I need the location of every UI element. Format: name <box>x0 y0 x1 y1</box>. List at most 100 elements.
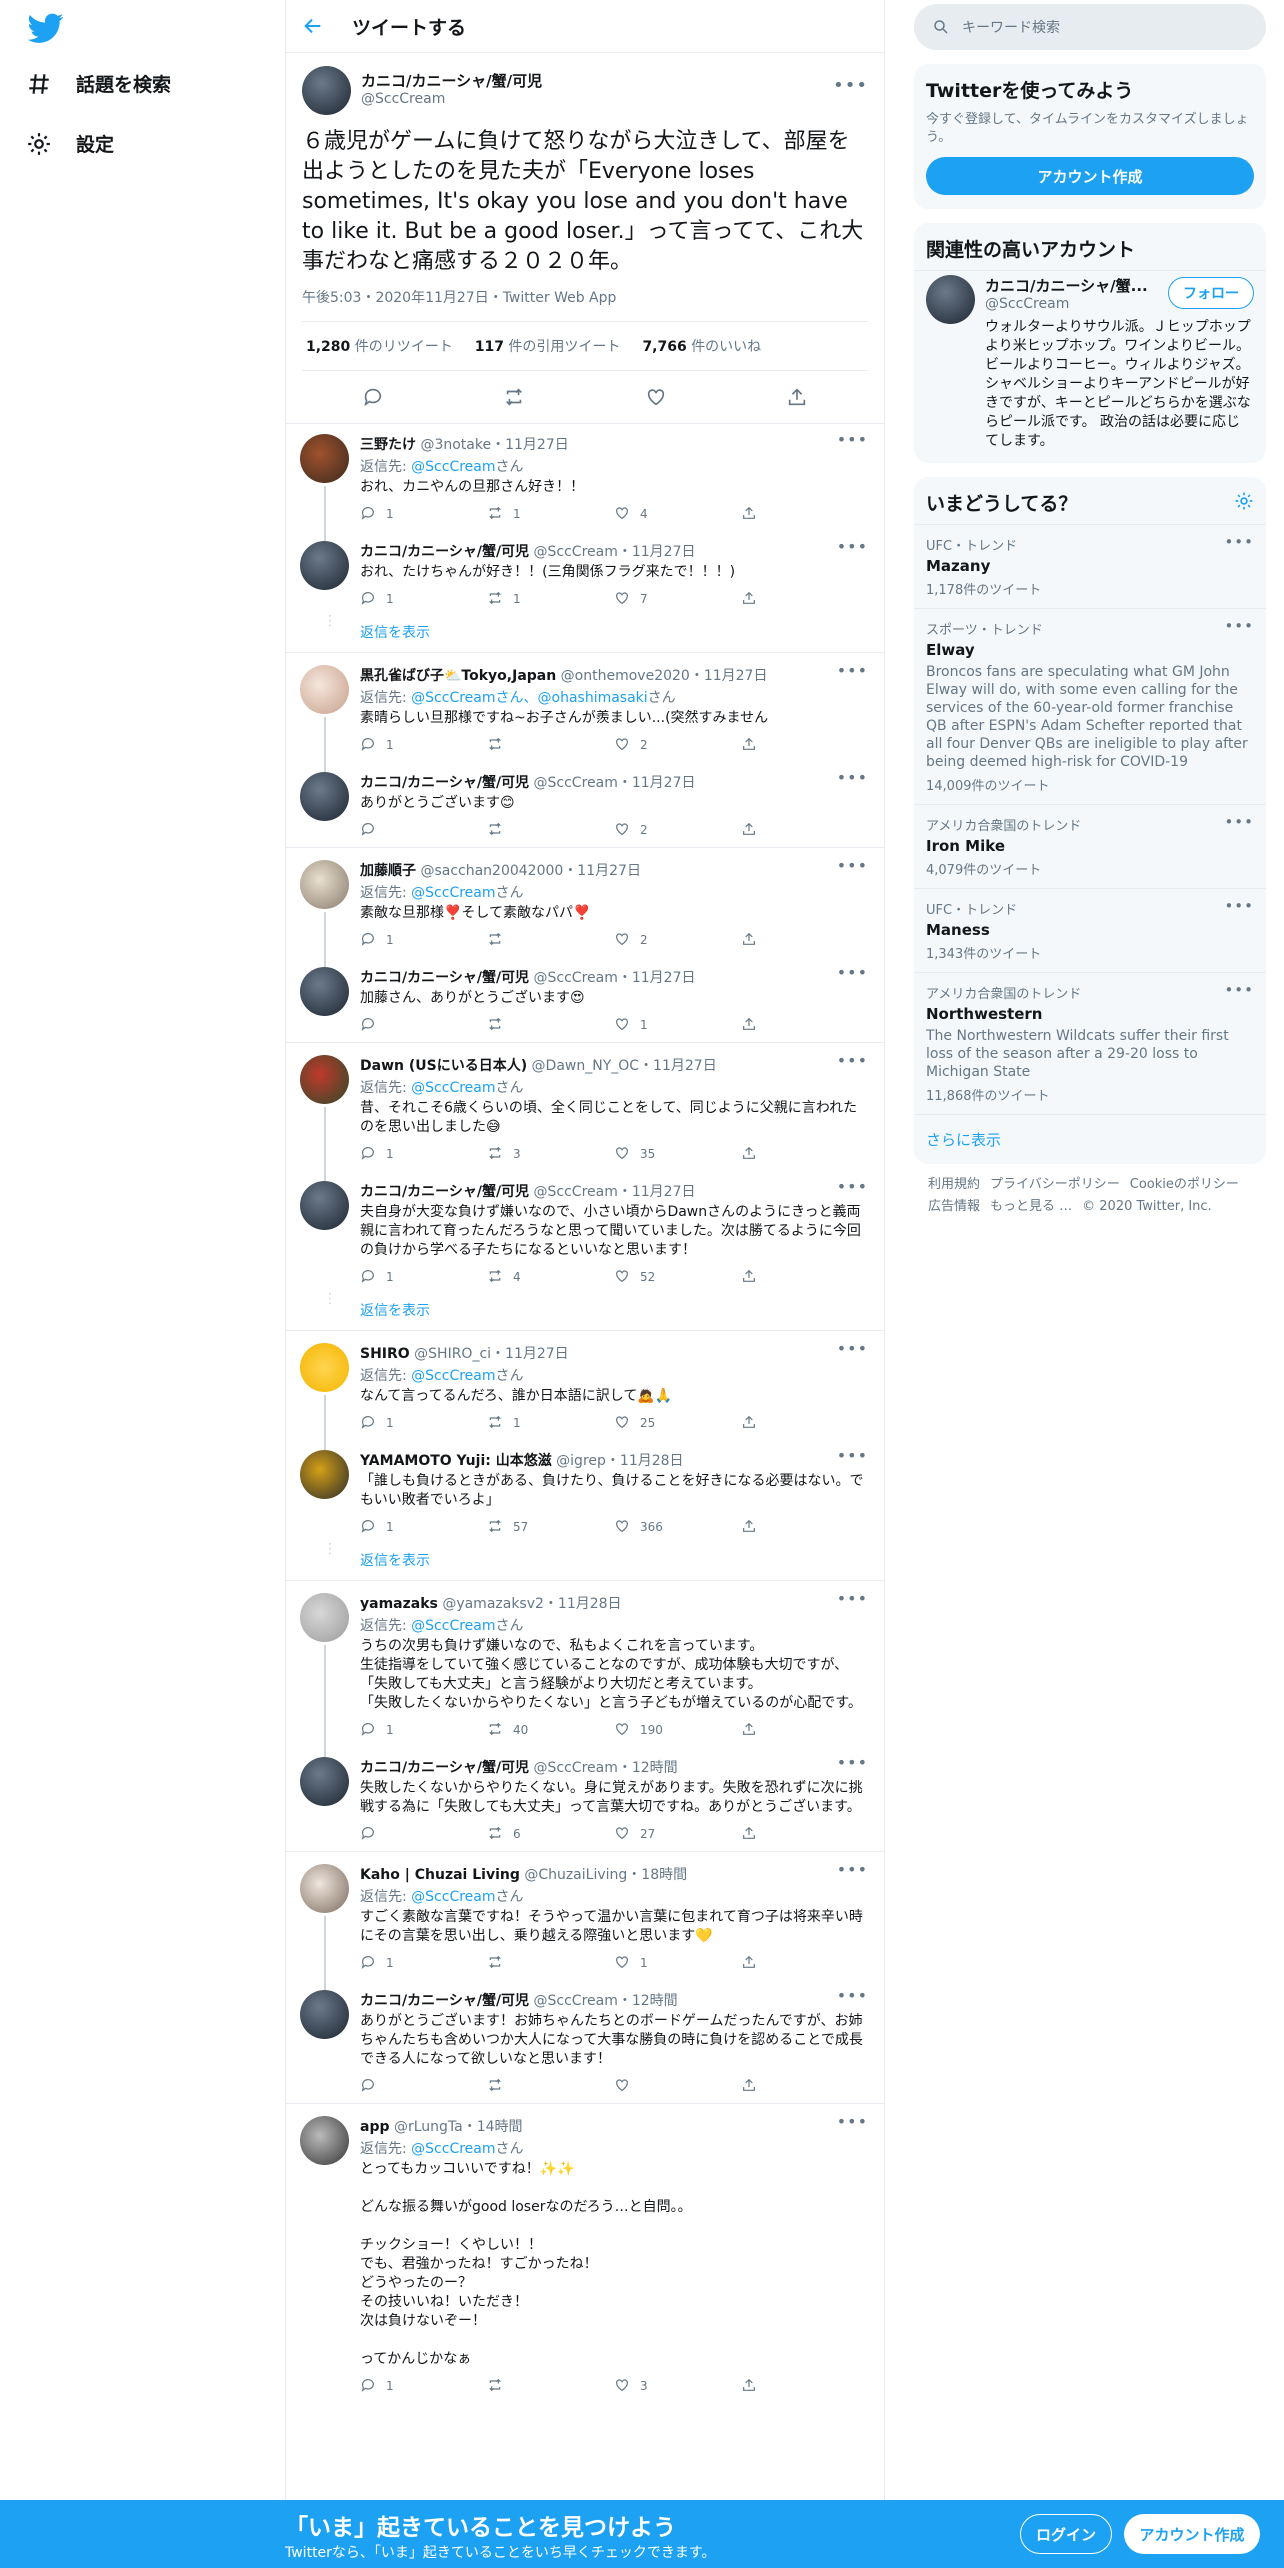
like-button[interactable]: 190 <box>614 1721 741 1740</box>
more-icon[interactable]: ••• <box>833 75 868 96</box>
retweet-button[interactable]: 40 <box>487 1721 614 1740</box>
like-button[interactable]: 27 <box>614 1825 741 1844</box>
avatar[interactable] <box>300 1343 349 1392</box>
reply-button[interactable]: 1 <box>360 590 487 609</box>
reply-author-handle[interactable]: @onthemove2020 <box>561 668 690 684</box>
reply-author-handle[interactable]: @SccCream <box>534 1184 618 1200</box>
reply-button[interactable] <box>360 2077 487 2096</box>
reply-author-name[interactable]: カニコ/カニーシャ/蟹/可児 <box>360 544 529 560</box>
avatar[interactable] <box>300 1593 349 1642</box>
footer-link[interactable]: プライバシーポリシー <box>990 1177 1120 1192</box>
reply-button[interactable]: 1 <box>360 1414 487 1433</box>
reply-author-handle[interactable]: @yamazaksv2 <box>442 1596 544 1612</box>
reply-date[interactable]: ・11月27日 <box>618 544 696 560</box>
retweet-button[interactable]: 3 <box>487 1145 614 1164</box>
share-button[interactable] <box>741 736 868 755</box>
reply-author-handle[interactable]: @3notake <box>420 437 491 453</box>
reply-tweet[interactable]: ••• Dawn (USにいる日本人) @Dawn_NY_OC・11月27日 返信先… <box>286 1045 884 1181</box>
avatar[interactable] <box>300 541 349 590</box>
reply-author-handle[interactable]: @SccCream <box>534 544 618 560</box>
share-button[interactable] <box>741 1954 868 1973</box>
avatar[interactable] <box>300 1450 349 1499</box>
like-button[interactable]: 366 <box>614 1518 741 1537</box>
reply-button[interactable]: 1 <box>360 931 487 950</box>
reply-author-name[interactable]: app <box>360 2119 390 2135</box>
share-button[interactable] <box>741 1414 868 1433</box>
more-icon[interactable]: ••• <box>837 963 868 982</box>
reply-author-handle[interactable]: @SccCream <box>534 775 618 791</box>
reply-author-name[interactable]: カニコ/カニーシャ/蟹/可児 <box>360 1184 529 1200</box>
avatar[interactable] <box>300 860 349 909</box>
reply-tweet[interactable]: ••• カニコ/カニーシャ/蟹/可児 @SccCream・12時間 ありがとうござい… <box>286 1980 884 2103</box>
retweet-button[interactable] <box>487 1954 614 1973</box>
share-button[interactable] <box>741 821 868 840</box>
reply-button[interactable]: 1 <box>360 2377 487 2396</box>
nav-explore[interactable]: 話題を検索 <box>26 70 171 97</box>
relevant-account[interactable]: カニコ/カニーシャ/蟹... @SccCream ウォルターよりサウル派。Ｊヒッ… <box>914 271 1266 463</box>
reply-author-name[interactable]: SHIRO <box>360 1346 410 1362</box>
create-account-button[interactable]: アカウント作成 <box>926 157 1254 195</box>
avatar[interactable] <box>300 665 349 714</box>
more-icon[interactable]: ••• <box>837 1446 868 1465</box>
more-icon[interactable]: ••• <box>837 661 868 680</box>
retweet-button[interactable]: 1 <box>487 590 614 609</box>
tweet-meta[interactable]: 午後5:03・2020年11月27日・Twitter Web App <box>302 287 868 322</box>
reply-author-handle[interactable]: @SHIRO_ci <box>414 1346 491 1362</box>
reply-date[interactable]: ・11月27日 <box>618 1184 696 1200</box>
avatar[interactable] <box>300 1757 349 1806</box>
like-button[interactable]: 3 <box>614 2377 741 2396</box>
show-more-link[interactable]: さらに表示 <box>914 1115 1266 1164</box>
reply-date[interactable]: ・11月28日 <box>606 1453 684 1469</box>
retweet-button[interactable]: 57 <box>487 1518 614 1537</box>
reply-tweet[interactable]: ••• 黒孔雀ばび子⛅Tokyo,Japan @onthemove2020・11月… <box>286 655 884 772</box>
reply-date[interactable]: ・14時間 <box>463 2119 523 2135</box>
avatar[interactable] <box>926 275 975 324</box>
reply-button[interactable]: 1 <box>360 505 487 524</box>
back-arrow-icon[interactable] <box>302 15 324 37</box>
share-button[interactable] <box>741 505 868 524</box>
reply-tweet[interactable]: ••• カニコ/カニーシャ/蟹/可児 @SccCream・12時間 失敗したくないか… <box>286 1747 884 1851</box>
more-icon[interactable]: ••• <box>837 1860 868 1879</box>
reply-tweet[interactable]: ••• 三野たけ @3notake・11月27日 返信先: @SccCreamさんお… <box>286 424 884 541</box>
like-button[interactable]: 4 <box>614 505 741 524</box>
footer-link[interactable]: 利用規約 <box>928 1177 980 1192</box>
avatar[interactable] <box>300 1990 349 2039</box>
reply-button[interactable]: 1 <box>360 1954 487 1973</box>
author-display-name[interactable]: カニコ/カニーシャ/蟹/可児 <box>361 72 542 90</box>
more-icon[interactable]: ••• <box>1224 617 1254 635</box>
retweet-button[interactable]: 1 <box>487 505 614 524</box>
avatar[interactable] <box>300 967 349 1016</box>
share-button[interactable] <box>741 1825 868 1844</box>
like-button[interactable]: 25 <box>614 1414 741 1433</box>
reply-tweet[interactable]: ••• カニコ/カニーシャ/蟹/可児 @SccCream・11月27日 夫自身が大変… <box>286 1171 884 1294</box>
nav-settings[interactable]: 設定 <box>26 130 114 157</box>
reply-author-handle[interactable]: @sacchan20042000 <box>420 863 563 879</box>
show-replies-link[interactable]: ⋮ 返信を表示 <box>286 1292 884 1330</box>
reply-author-name[interactable]: 黒孔雀ばび子⛅Tokyo,Japan <box>360 668 556 684</box>
like-button[interactable]: 2 <box>614 931 741 950</box>
search-bar[interactable]: キーワード検索 <box>914 4 1266 50</box>
share-button[interactable] <box>741 1145 868 1164</box>
more-icon[interactable]: ••• <box>837 537 868 556</box>
reply-author-name[interactable]: YAMAMOTO Yuji: 山本悠滋 <box>360 1453 552 1469</box>
more-icon[interactable]: ••• <box>837 1339 868 1358</box>
show-replies-link[interactable]: ⋮ 返信を表示 <box>286 614 884 652</box>
avatar[interactable] <box>302 65 351 115</box>
signup-button[interactable]: アカウント作成 <box>1124 2514 1260 2554</box>
reply-tweet[interactable]: ••• カニコ/カニーシャ/蟹/可児 @SccCream・11月27日 おれ、たけち… <box>286 531 884 616</box>
share-icon[interactable] <box>786 386 808 408</box>
reply-date[interactable]: ・11月27日 <box>690 668 768 684</box>
reply-tweet[interactable]: ••• SHIRO @SHIRO_ci・11月27日 返信先: @SccCreamさ… <box>286 1333 884 1450</box>
reply-author-name[interactable]: yamazaks <box>360 1596 438 1612</box>
share-button[interactable] <box>741 2077 868 2096</box>
reply-author-name[interactable]: 三野たけ <box>360 437 416 453</box>
more-icon[interactable]: ••• <box>837 430 868 449</box>
reply-tweet[interactable]: ••• YAMAMOTO Yuji: 山本悠滋 @igrep・11月28日 「誰しも… <box>286 1440 884 1544</box>
more-icon[interactable]: ••• <box>837 856 868 875</box>
retweet-button[interactable] <box>487 1016 614 1035</box>
trend-item[interactable]: ••• UFC・トレンド Mazany 1,178件のツイート <box>914 525 1266 609</box>
like-button[interactable]: 2 <box>614 736 741 755</box>
retweet-button[interactable]: 6 <box>487 1825 614 1844</box>
mention-link[interactable]: @SccCreamさん、@ohashimasaki <box>411 690 648 706</box>
more-icon[interactable]: ••• <box>1224 533 1254 551</box>
